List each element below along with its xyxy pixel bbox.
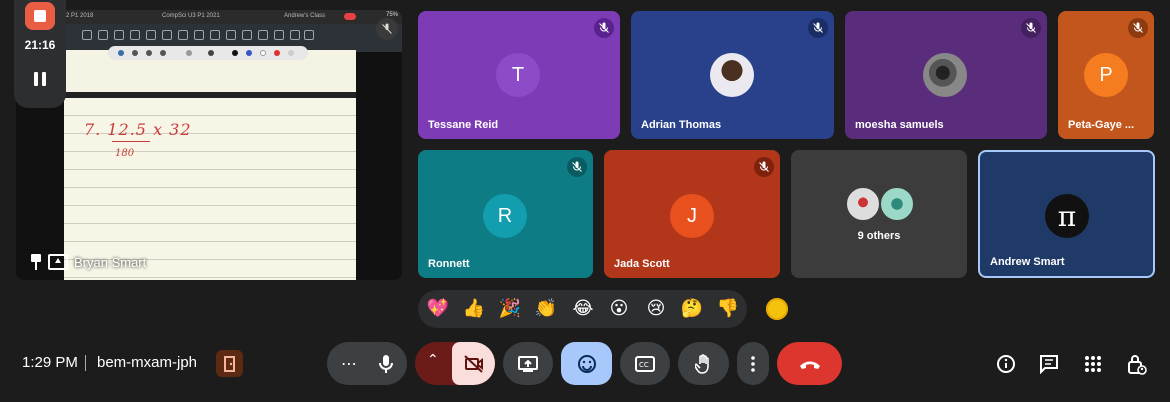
skin-tone-selector[interactable]: [766, 298, 788, 320]
presenter-label: Bryan Smart: [30, 254, 146, 270]
participant-tile[interactable]: T Tessane Reid: [418, 11, 620, 139]
reaction-sad[interactable]: 😢: [644, 297, 668, 321]
reaction-surprised[interactable]: 😮: [607, 297, 631, 321]
participant-tile[interactable]: J Jada Scott: [604, 150, 780, 278]
presenting-icon: [48, 254, 68, 270]
apps-grid-icon: [1085, 356, 1101, 372]
handwritten-note: 180: [115, 148, 135, 159]
participant-tile[interactable]: R Ronnett: [418, 150, 593, 278]
reaction-thumbs-up[interactable]: 👍: [462, 297, 486, 321]
meeting-code: bem-mxam-jph: [97, 354, 198, 371]
info-icon: [997, 355, 1015, 373]
avatar: P: [1084, 53, 1128, 97]
meeting-details-button[interactable]: [992, 350, 1020, 378]
divider: [85, 355, 86, 371]
mic-off-icon: [808, 18, 828, 38]
reactions-bar: 💖 👍 🎉 👏 😂 😮 😢 🤔 👎: [418, 290, 747, 328]
camera-button[interactable]: [452, 342, 495, 385]
more-options-button[interactable]: [737, 342, 769, 385]
microphone-button[interactable]: [364, 342, 407, 385]
pause-recording-button[interactable]: [25, 64, 55, 94]
reaction-tears-of-joy[interactable]: 😂: [571, 297, 595, 321]
handwritten-expression: 7. 12.5 x 32: [84, 120, 192, 139]
participant-name: Jada Scott: [614, 258, 670, 270]
recording-timer: 21:16: [24, 38, 56, 52]
pen-tray: [108, 46, 308, 60]
mic-off-icon: [1128, 18, 1148, 38]
participant-name: Andrew Smart: [990, 256, 1065, 268]
video-options-chevron[interactable]: ⌃: [427, 352, 439, 368]
reaction-thinking[interactable]: 🤔: [680, 297, 704, 321]
captions-button[interactable]: CC: [620, 342, 670, 385]
chat-icon: [1040, 355, 1058, 374]
leave-call-button[interactable]: [777, 342, 842, 385]
mic-icon: [378, 354, 393, 373]
reaction-thumbs-down[interactable]: 👎: [716, 297, 740, 321]
avatar: [710, 53, 754, 97]
participant-tile-self[interactable]: π Andrew Smart: [978, 150, 1155, 278]
emoji-icon: [577, 354, 596, 373]
participant-name: moesha samuels: [855, 119, 944, 131]
more-vert-icon: [751, 355, 755, 372]
current-time: 1:29 PM: [22, 354, 78, 371]
avatar: T: [496, 53, 540, 97]
mic-off-icon: [567, 157, 587, 177]
stop-recording-button[interactable]: [25, 2, 55, 30]
present-icon: [518, 355, 538, 372]
mic-off-icon: [376, 18, 398, 40]
lock-person-icon: [1128, 355, 1147, 375]
recording-pill: 21:16: [14, 0, 66, 108]
shared-tab: CompSci U3 P1 2021: [162, 13, 220, 19]
participant-tile[interactable]: moesha samuels: [845, 11, 1047, 139]
camera-off-icon: [463, 354, 483, 373]
presenter-name: Bryan Smart: [74, 254, 147, 270]
reaction-clapping-hands[interactable]: 👏: [534, 297, 558, 321]
participant-tile[interactable]: Adrian Thomas: [631, 11, 834, 139]
others-count: 9 others: [857, 230, 901, 242]
door-icon[interactable]: [216, 350, 243, 377]
hand-icon: [694, 353, 709, 374]
audio-options-button[interactable]: ⋯: [341, 354, 357, 373]
mic-off-icon: [594, 18, 614, 38]
participant-name: Peta-Gaye ...: [1068, 119, 1135, 131]
mic-off-icon: [1021, 18, 1041, 38]
hang-up-icon: [799, 361, 820, 369]
shared-tab: 2 P1 2018: [66, 13, 94, 19]
shared-browser-tabs: 2 P1 2018 CompSci U3 P1 2021 Andrew's Cl…: [64, 10, 402, 24]
avatar: R: [483, 194, 527, 238]
send-reaction-button[interactable]: [561, 342, 612, 385]
audio-controls: ⋯: [327, 342, 407, 385]
shared-tab: Andrew's Class: [284, 13, 326, 19]
present-screen-button[interactable]: [503, 342, 553, 385]
stop-icon: [34, 10, 46, 22]
reaction-party-popper[interactable]: 🎉: [498, 297, 522, 321]
raise-hand-button[interactable]: [678, 342, 729, 385]
others-tile[interactable]: 9 others: [791, 150, 967, 278]
participant-name: Ronnett: [428, 258, 470, 270]
participant-name: Tessane Reid: [428, 119, 499, 131]
avatar: [923, 53, 967, 97]
avatar: J: [670, 194, 714, 238]
activities-button[interactable]: [1079, 350, 1107, 378]
captions-icon: CC: [635, 355, 655, 372]
underline: [112, 141, 150, 142]
host-controls-button[interactable]: [1123, 350, 1151, 378]
recording-indicator: [344, 13, 356, 20]
svg-text:CC: CC: [639, 361, 649, 369]
presentation-tile[interactable]: 2 P1 2018 CompSci U3 P1 2021 Andrew's Cl…: [16, 10, 402, 280]
participant-tile[interactable]: P Peta-Gaye ...: [1058, 11, 1154, 139]
avatar: π: [1045, 194, 1089, 238]
video-controls: ⌃: [415, 342, 495, 385]
chat-button[interactable]: [1035, 350, 1063, 378]
avatar: [845, 186, 881, 222]
mic-off-icon: [754, 157, 774, 177]
participant-name: Adrian Thomas: [641, 119, 722, 131]
avatar: [879, 186, 915, 222]
pin-icon[interactable]: [30, 254, 42, 270]
reaction-sparkling-heart[interactable]: 💖: [426, 297, 450, 321]
